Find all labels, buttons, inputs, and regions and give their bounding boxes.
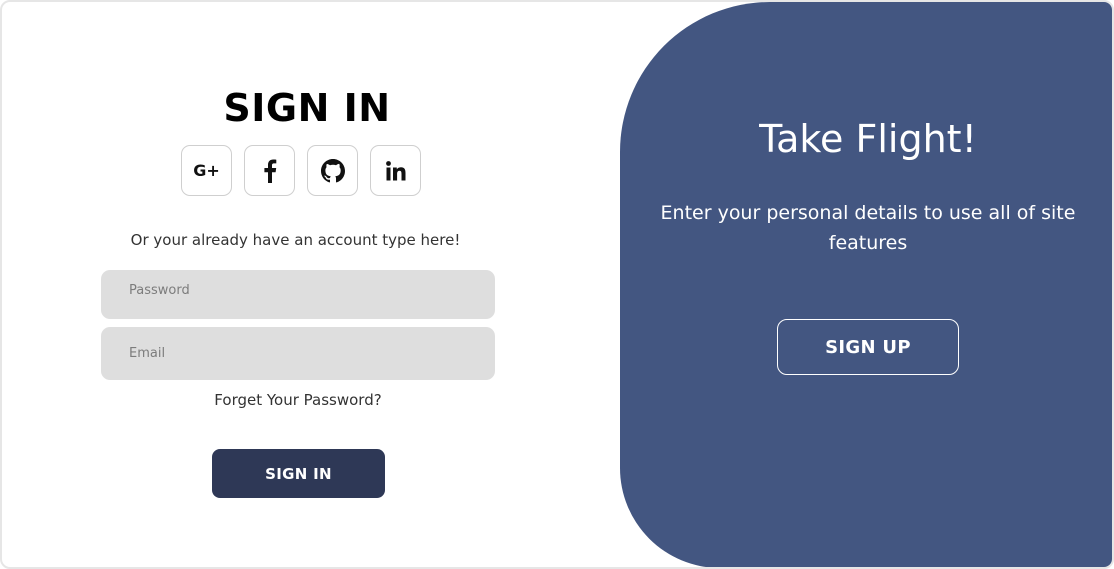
password-input[interactable] — [101, 270, 495, 319]
linkedin-icon — [385, 160, 405, 180]
google-plus-button[interactable]: G+ — [181, 145, 232, 196]
social-login-row: G+ — [181, 145, 421, 196]
signin-subtext: Or your already have an account type her… — [130, 231, 461, 249]
signin-button[interactable]: SIGN IN — [212, 449, 385, 498]
facebook-icon — [263, 159, 276, 183]
forgot-password-link[interactable]: Forget Your Password? — [101, 391, 495, 409]
github-icon — [320, 158, 345, 182]
auth-card: SIGN IN G+ Or your already have an accou… — [0, 0, 1114, 569]
signup-button[interactable]: SIGN UP — [777, 319, 959, 375]
google-plus-icon: G+ — [193, 161, 220, 180]
email-input[interactable] — [101, 327, 495, 380]
linkedin-button[interactable] — [370, 145, 421, 196]
signin-title: SIGN IN — [223, 86, 391, 130]
signup-panel: Take Flight! Enter your personal details… — [620, 2, 1112, 567]
panel-description: Enter your personal details to use all o… — [660, 202, 1076, 254]
facebook-button[interactable] — [244, 145, 295, 196]
github-button[interactable] — [307, 145, 358, 196]
panel-title: Take Flight! — [759, 117, 977, 161]
